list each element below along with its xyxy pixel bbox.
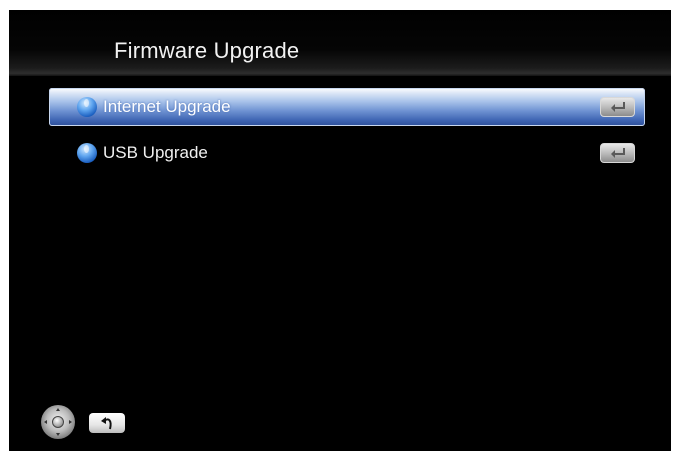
return-arrow-icon[interactable] <box>89 413 125 433</box>
enter-key-icon[interactable] <box>600 143 635 163</box>
menu-item-usb-upgrade[interactable]: USB Upgrade <box>49 134 645 172</box>
dpad-center <box>52 416 64 428</box>
blue-orb-icon <box>77 97 97 117</box>
header-bar: Firmware Upgrade <box>9 10 671 76</box>
menu-item-label: Internet Upgrade <box>103 97 231 116</box>
dpad-navigation-icon <box>41 405 75 439</box>
upgrade-screen: Firmware Upgrade Internet Upgrade USB Up… <box>9 10 671 451</box>
menu-item-label: USB Upgrade <box>103 143 208 162</box>
enter-key-icon[interactable] <box>600 97 635 117</box>
page-title: Firmware Upgrade <box>114 38 300 63</box>
menu-item-internet-upgrade[interactable]: Internet Upgrade <box>49 88 645 126</box>
blue-orb-icon <box>77 143 97 163</box>
